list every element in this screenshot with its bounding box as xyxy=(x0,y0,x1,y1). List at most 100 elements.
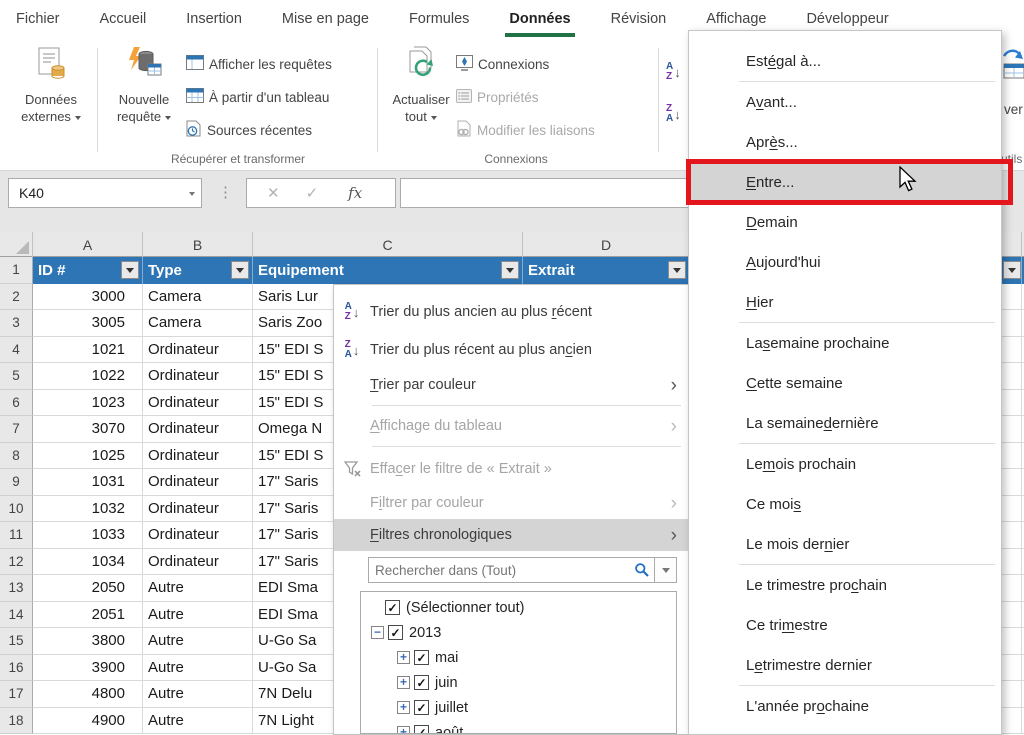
date-filter-avant[interactable]: Av ant... xyxy=(689,82,1001,122)
search-dropdown-button[interactable] xyxy=(655,558,676,582)
row-header[interactable]: 10 xyxy=(0,495,33,522)
tree-item-juillet[interactable]: + ✓ juillet xyxy=(361,695,676,720)
modifier-liaisons-button[interactable]: Modifier les liaisons xyxy=(456,118,595,142)
tab-données[interactable]: Données xyxy=(505,5,575,37)
cell[interactable]: Ordinateur xyxy=(143,363,253,390)
column-header-D[interactable]: D xyxy=(523,232,690,257)
cell[interactable]: 2051 xyxy=(33,601,143,628)
row-header[interactable]: 9 xyxy=(0,469,33,496)
expand-icon[interactable]: + xyxy=(397,701,410,714)
date-filter-hier[interactable]: Hier xyxy=(689,282,1001,322)
cell[interactable]: Ordinateur xyxy=(143,336,253,363)
date-filter-après[interactable]: Apr è s... xyxy=(689,122,1001,162)
tab-insertion[interactable]: Insertion xyxy=(184,5,244,35)
search-input[interactable] xyxy=(369,562,634,578)
cell[interactable]: Autre xyxy=(143,575,253,602)
cell[interactable]: 3070 xyxy=(33,416,143,443)
date-filter-le-mois-prochain[interactable]: Le m ois prochain xyxy=(689,444,1001,484)
menu-item-trier-par-couleur[interactable]: Trier par couleur › xyxy=(334,369,689,401)
confirm-icon[interactable]: ✓ xyxy=(306,184,319,202)
sources-recentes-button[interactable]: Sources récentes xyxy=(186,118,312,142)
tree-item-juin[interactable]: + ✓ juin xyxy=(361,670,676,695)
column-header-B[interactable]: B xyxy=(143,232,253,257)
cell[interactable]: 1022 xyxy=(33,363,143,390)
proprietes-button[interactable]: Propriétés xyxy=(456,85,539,109)
cell[interactable]: 1023 xyxy=(33,389,143,416)
cell[interactable]: Ordinateur xyxy=(143,416,253,443)
row-header[interactable]: 15 xyxy=(0,628,33,655)
cancel-icon[interactable]: ✕ xyxy=(267,184,280,202)
cell[interactable]: 1025 xyxy=(33,442,143,469)
insert-function-icon[interactable]: fx xyxy=(348,184,362,202)
cell[interactable]: Autre xyxy=(143,707,253,734)
expand-icon[interactable]: + xyxy=(397,726,410,733)
nouvelle-requete-button[interactable]: Nouvelle requête xyxy=(104,46,184,154)
cell[interactable]: Ordinateur xyxy=(143,495,253,522)
menu-item-trier-du-plus-récent-au-plus-ancien[interactable]: Z A ↓ Trier du plus récent au plus ancien xyxy=(334,331,689,369)
tab-accueil[interactable]: Accueil xyxy=(98,5,149,35)
cell[interactable]: Autre xyxy=(143,628,253,655)
cell[interactable]: 2050 xyxy=(33,575,143,602)
cell[interactable]: 1033 xyxy=(33,522,143,549)
expand-icon[interactable]: + xyxy=(397,676,410,689)
cell[interactable]: Camera xyxy=(143,310,253,337)
date-filter-demain[interactable]: Demain xyxy=(689,202,1001,242)
menu-item-filtres-chronologiques[interactable]: Filtres chronologiques › xyxy=(334,519,689,551)
row-header[interactable]: 16 xyxy=(0,654,33,681)
checkbox-checked[interactable]: ✓ xyxy=(414,650,429,665)
row-header[interactable]: 4 xyxy=(0,336,33,363)
filter-button[interactable] xyxy=(668,261,686,279)
collapse-icon[interactable]: − xyxy=(371,626,384,639)
tab-révision[interactable]: Révision xyxy=(609,5,669,35)
cell[interactable]: Autre xyxy=(143,601,253,628)
row-header[interactable]: 3 xyxy=(0,310,33,337)
menu-item-affichage-du-tableau[interactable]: Affichage du tableau › xyxy=(334,410,689,442)
connexions-button[interactable]: Connexions xyxy=(456,52,549,76)
row-header[interactable]: 17 xyxy=(0,681,33,708)
row-header[interactable]: 8 xyxy=(0,442,33,469)
row-header[interactable]: 11 xyxy=(0,522,33,549)
date-filter-aujourd-hui[interactable]: Aujourd'hui xyxy=(689,242,1001,282)
filter-button[interactable] xyxy=(231,261,249,279)
checkbox-checked[interactable]: ✓ xyxy=(388,625,403,640)
date-filter-ce-mois[interactable]: Ce moi s xyxy=(689,484,1001,524)
row-header[interactable]: 14 xyxy=(0,601,33,628)
date-filter-est-égal-à[interactable]: Est é gal à... xyxy=(689,41,1001,81)
cell[interactable]: 4800 xyxy=(33,681,143,708)
row-header[interactable]: 2 xyxy=(0,283,33,310)
cell[interactable]: 3005 xyxy=(33,310,143,337)
menu-item-filtrer-par-couleur[interactable]: Filtrer par couleur › xyxy=(334,487,689,519)
tree-item-mai[interactable]: + ✓ mai xyxy=(361,645,676,670)
date-filter-l-année-prochaine[interactable]: L'année pr o chaine xyxy=(689,686,1001,726)
cell[interactable]: Ordinateur xyxy=(143,389,253,416)
cell[interactable]: Autre xyxy=(143,654,253,681)
row-header[interactable]: 6 xyxy=(0,389,33,416)
cell[interactable]: 3000 xyxy=(33,283,143,310)
date-filter-le-trimestre-dernier[interactable]: Le trimestre dernier xyxy=(689,645,1001,685)
actualiser-tout-button[interactable]: Actualiser tout xyxy=(384,46,458,154)
filter-button[interactable] xyxy=(1003,261,1021,279)
cell[interactable]: Ordinateur xyxy=(143,522,253,549)
row-header[interactable]: 12 xyxy=(0,548,33,575)
row-header[interactable]: 5 xyxy=(0,363,33,390)
checkbox-checked[interactable]: ✓ xyxy=(414,700,429,715)
tab-fichier[interactable]: Fichier xyxy=(14,5,62,35)
name-box[interactable]: K40 xyxy=(8,178,202,208)
column-header-C[interactable]: C xyxy=(253,232,523,257)
expand-icon[interactable]: + xyxy=(397,651,410,664)
cell[interactable]: Camera xyxy=(143,283,253,310)
checkbox-checked[interactable]: ✓ xyxy=(414,675,429,690)
checkbox-checked[interactable]: ✓ xyxy=(414,725,429,733)
date-filter-la-semaine-prochaine[interactable]: La s emaine prochaine xyxy=(689,323,1001,363)
cell[interactable]: 1031 xyxy=(33,469,143,496)
filter-button[interactable] xyxy=(501,261,519,279)
checkbox-checked[interactable]: ✓ xyxy=(385,600,400,615)
tab-mise-en-page[interactable]: Mise en page xyxy=(280,5,371,35)
cell[interactable]: 1034 xyxy=(33,548,143,575)
filter-button[interactable] xyxy=(121,261,139,279)
date-filter-la-semaine-dernière[interactable]: La semaine d ernière xyxy=(689,403,1001,443)
cell[interactable]: Ordinateur xyxy=(143,469,253,496)
cell[interactable]: Ordinateur xyxy=(143,548,253,575)
row-header[interactable]: 1 xyxy=(0,257,33,284)
cell[interactable]: Autre xyxy=(143,681,253,708)
